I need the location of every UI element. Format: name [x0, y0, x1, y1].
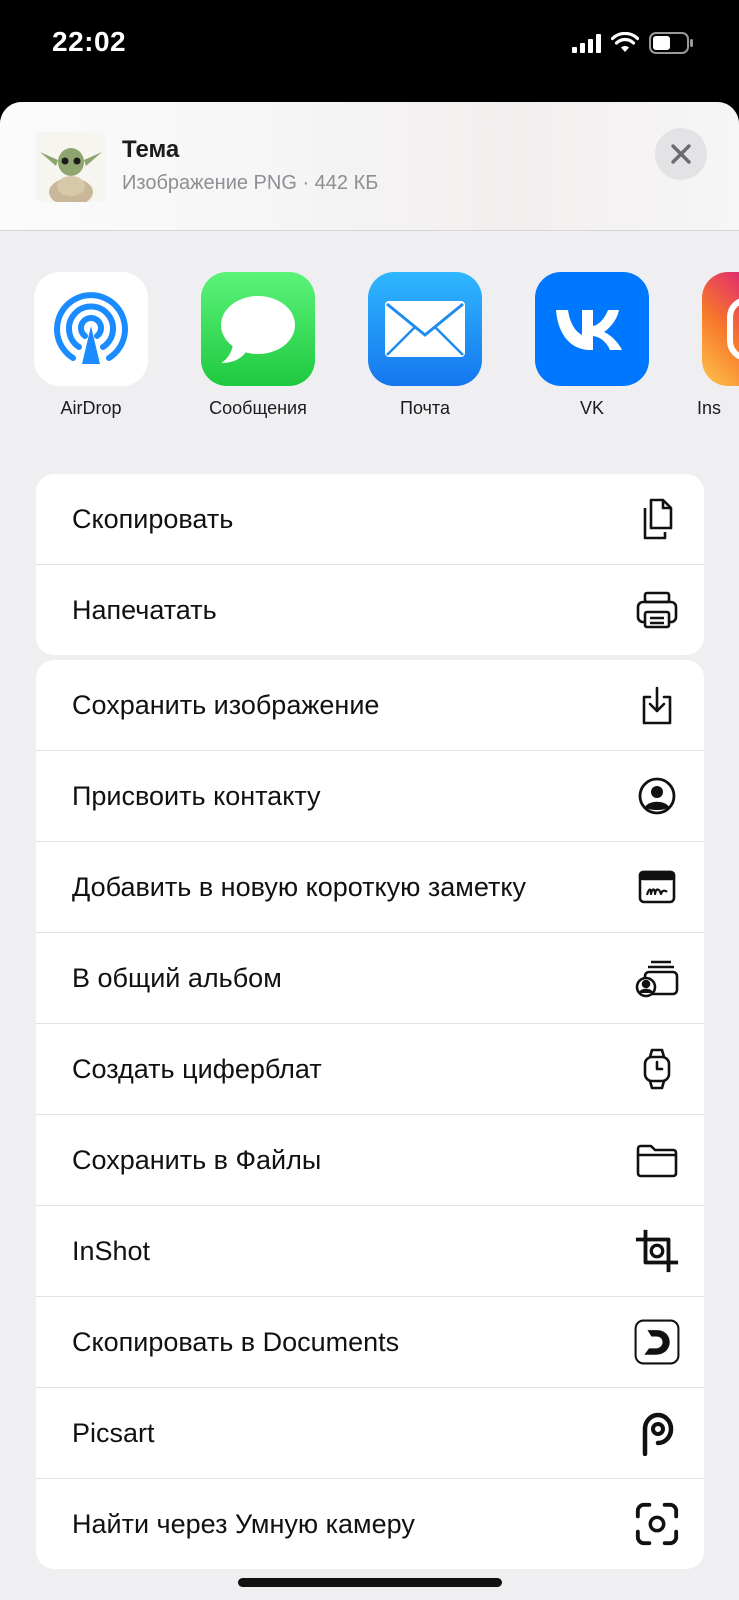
close-button[interactable]	[655, 128, 707, 180]
watch-icon	[634, 1046, 680, 1092]
action-quick-note[interactable]: Добавить в новую короткую заметку	[36, 842, 704, 933]
action-save-to-files[interactable]: Сохранить в Файлы	[36, 1115, 704, 1206]
shared-album-icon	[634, 955, 680, 1001]
action-copy-to-documents[interactable]: Скопировать в Documents	[36, 1297, 704, 1388]
share-sheet: Тема Изображение PNG · 442 КБ AirDrop Со…	[0, 102, 739, 1600]
app-label: AirDrop	[60, 398, 122, 418]
status-bar: 22:02	[0, 0, 739, 95]
action-label: Скопировать	[72, 504, 234, 534]
printer-icon	[634, 587, 680, 633]
folder-icon	[634, 1137, 680, 1183]
action-shared-album[interactable]: В общий альбом	[36, 933, 704, 1024]
action-label: Напечатать	[72, 595, 217, 625]
status-time: 22:02	[52, 26, 127, 57]
action-assign-contact[interactable]: Присвоить контакту	[36, 751, 704, 842]
action-save-image[interactable]: Сохранить изображение	[36, 660, 704, 751]
quick-note-icon	[634, 864, 680, 910]
copy-icon	[634, 496, 680, 542]
status-icons	[572, 32, 695, 54]
file-thumbnail	[36, 132, 106, 202]
action-print[interactable]: Напечатать	[36, 565, 704, 655]
contact-icon	[634, 773, 680, 819]
app-vk[interactable]: VK	[512, 272, 672, 419]
actions-group-1: Скопировать Напечатать	[36, 474, 704, 655]
wifi-icon	[611, 32, 639, 52]
action-label: Добавить в новую короткую заметку	[72, 872, 526, 902]
action-label: Сохранить изображение	[72, 690, 380, 720]
home-indicator[interactable]	[238, 1578, 502, 1587]
action-label: Picsart	[72, 1418, 155, 1448]
action-label: InShot	[72, 1236, 151, 1266]
share-sheet-header: Тема Изображение PNG · 442 КБ	[0, 102, 739, 231]
documents-icon	[634, 1319, 680, 1365]
app-label: Ins	[697, 398, 722, 418]
action-create-watch-face[interactable]: Создать циферблат	[36, 1024, 704, 1115]
battery-icon	[649, 32, 693, 54]
vk-icon	[535, 272, 649, 386]
file-title: Тема	[122, 136, 180, 163]
app-instagram[interactable]: Ins	[679, 272, 739, 419]
action-label: Скопировать в Documents	[72, 1327, 400, 1357]
app-mail[interactable]: Почта	[345, 272, 505, 419]
inshot-icon	[634, 1228, 680, 1274]
action-label: В общий альбом	[72, 963, 282, 993]
instagram-icon	[702, 272, 739, 386]
save-download-icon	[634, 682, 680, 728]
actions-group-2: Сохранить изображение Присвоить контакту…	[36, 660, 704, 1569]
smart-camera-icon	[634, 1501, 680, 1547]
action-label: Найти через Умную камеру	[72, 1509, 415, 1539]
messages-icon	[201, 272, 315, 386]
app-messages[interactable]: Сообщения	[178, 272, 338, 419]
app-label: VK	[579, 398, 604, 418]
mail-icon	[368, 272, 482, 386]
action-picsart[interactable]: Picsart	[36, 1388, 704, 1479]
app-label: Почта	[400, 398, 450, 418]
share-apps-row: AirDrop Сообщения Почта VK Ins	[0, 272, 739, 442]
action-label: Создать циферблат	[72, 1054, 322, 1084]
cellular-signal-icon	[572, 33, 601, 53]
action-label: Сохранить в Файлы	[72, 1145, 322, 1175]
action-inshot[interactable]: InShot	[36, 1206, 704, 1297]
action-smart-camera[interactable]: Найти через Умную камеру	[36, 1479, 704, 1569]
app-airdrop[interactable]: AirDrop	[11, 272, 171, 419]
action-copy[interactable]: Скопировать	[36, 474, 704, 565]
action-label: Присвоить контакту	[72, 781, 321, 811]
airdrop-icon	[34, 272, 148, 386]
file-meta: Изображение PNG · 442 КБ	[122, 172, 379, 194]
picsart-icon	[634, 1410, 680, 1456]
close-icon	[671, 144, 691, 164]
app-label: Сообщения	[209, 398, 307, 418]
